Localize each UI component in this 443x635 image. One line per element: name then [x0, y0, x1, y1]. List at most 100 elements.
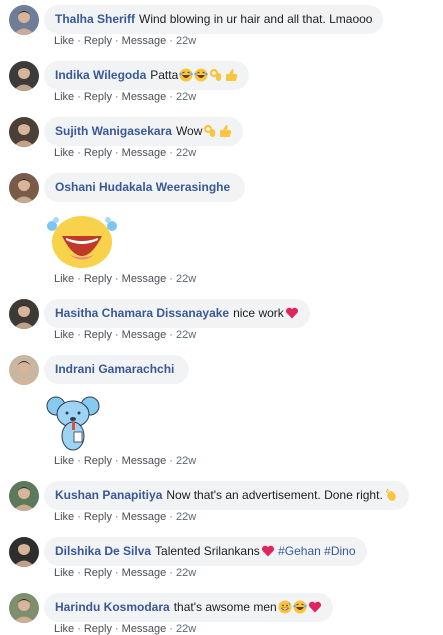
comment-author-link[interactable]: Indika Wilegoda: [55, 68, 146, 82]
like-link[interactable]: Like: [54, 35, 74, 47]
avatar[interactable]: [9, 355, 39, 385]
comment-author-link[interactable]: Hasitha Chamara Dissanayake: [55, 306, 229, 320]
separator-dot: ·: [77, 511, 81, 523]
comment-actions: Like · Reply · Message · 22w: [54, 511, 196, 523]
reply-link[interactable]: Reply: [84, 147, 112, 159]
message-link[interactable]: Message: [122, 455, 167, 467]
comment-author-link[interactable]: Harindu Kosmodara: [55, 600, 170, 614]
comment-timestamp[interactable]: 22w: [176, 511, 196, 523]
avatar[interactable]: [9, 481, 39, 511]
separator-dot: ·: [169, 91, 173, 103]
red-heart-emoji: [308, 600, 322, 614]
comment-author-link[interactable]: Oshani Hudakala Weerasinghe: [55, 180, 230, 194]
comment-timestamp[interactable]: 22w: [176, 91, 196, 103]
comment-text: Talented Srilankans: [155, 544, 260, 558]
like-link[interactable]: Like: [54, 567, 74, 579]
laugh-cry-emoji: [293, 600, 307, 614]
separator-dot: ·: [114, 91, 119, 103]
separator-dot: ·: [169, 35, 173, 47]
reply-link[interactable]: Reply: [84, 623, 112, 635]
comment-timestamp[interactable]: 22w: [176, 623, 196, 635]
separator-dot: ·: [77, 623, 81, 635]
message-link[interactable]: Message: [122, 35, 167, 47]
message-link[interactable]: Message: [122, 273, 167, 285]
comment-author-link[interactable]: Dilshika De Silva: [55, 544, 151, 558]
like-link[interactable]: Like: [54, 273, 74, 285]
like-link[interactable]: Like: [54, 147, 74, 159]
comment-timestamp[interactable]: 22w: [176, 567, 196, 579]
separator-dot: ·: [77, 455, 81, 467]
comment-timestamp[interactable]: 22w: [176, 273, 196, 285]
separator-dot: ·: [77, 91, 81, 103]
like-link[interactable]: Like: [54, 623, 74, 635]
comment-bubble: Sujith Wanigasekara Wow: [44, 117, 244, 146]
reply-link[interactable]: Reply: [84, 91, 112, 103]
comment-actions: Like · Reply · Message · 22w: [54, 623, 196, 635]
separator-dot: ·: [114, 273, 119, 285]
comment-author-link[interactable]: Sujith Wanigasekara: [55, 124, 172, 138]
comment-author-link[interactable]: Kushan Panapitiya: [55, 488, 162, 502]
comment-timestamp[interactable]: 22w: [176, 35, 196, 47]
separator-dot: ·: [169, 623, 173, 635]
avatar[interactable]: [9, 117, 39, 147]
clapping-hands-emoji: [384, 488, 398, 502]
avatar[interactable]: [9, 299, 39, 329]
comment-timestamp[interactable]: 22w: [176, 329, 196, 341]
separator-dot: ·: [169, 147, 173, 159]
red-heart-emoji: [285, 306, 299, 320]
message-link[interactable]: Message: [122, 623, 167, 635]
avatar[interactable]: [9, 61, 39, 91]
hashtag-link[interactable]: #Gehan: [275, 544, 321, 558]
thumbs-up-emoji: [224, 68, 238, 82]
comment-text: nice work: [233, 306, 284, 320]
separator-dot: ·: [77, 35, 81, 47]
reply-link[interactable]: Reply: [84, 329, 112, 341]
separator-dot: ·: [114, 35, 119, 47]
separator-dot: ·: [77, 567, 81, 579]
separator-dot: ·: [169, 329, 173, 341]
comment-actions: Like · Reply · Message · 22w: [54, 147, 196, 159]
comment-text: Patta: [150, 68, 179, 82]
comment-actions: Like · Reply · Message · 22w: [54, 91, 196, 103]
avatar[interactable]: [9, 173, 39, 203]
avatar[interactable]: [9, 537, 39, 567]
like-link[interactable]: Like: [54, 511, 74, 523]
reply-link[interactable]: Reply: [84, 35, 112, 47]
comment-author-link[interactable]: Indrani Gamarachchi: [55, 362, 174, 376]
separator-dot: ·: [77, 329, 81, 341]
comment-bubble: Indika Wilegoda Patta: [44, 61, 250, 90]
comment-author-link[interactable]: Thalha Sheriff: [55, 12, 135, 26]
reply-link[interactable]: Reply: [84, 567, 112, 579]
comment-actions: Like · Reply · Message · 22w: [54, 567, 196, 579]
separator-dot: ·: [169, 511, 173, 523]
comment-bubble: Harindu Kosmodara that's awsome men: [44, 593, 333, 622]
separator-dot: ·: [114, 567, 119, 579]
message-link[interactable]: Message: [122, 329, 167, 341]
like-link[interactable]: Like: [54, 91, 74, 103]
comment-actions: Like · Reply · Message · 22w: [54, 455, 196, 467]
separator-dot: ·: [169, 567, 173, 579]
message-link[interactable]: Message: [122, 147, 167, 159]
ok-hand-emoji: [203, 124, 217, 138]
comment-bubble: Indrani Gamarachchi: [44, 355, 190, 384]
comment-timestamp[interactable]: 22w: [176, 147, 196, 159]
hashtag-link[interactable]: #Dino: [321, 544, 355, 558]
comment-text: Wow: [175, 124, 203, 138]
message-link[interactable]: Message: [122, 511, 167, 523]
message-link[interactable]: Message: [122, 91, 167, 103]
reply-link[interactable]: Reply: [84, 273, 112, 285]
avatar[interactable]: [9, 5, 39, 35]
separator-dot: ·: [169, 455, 173, 467]
separator-dot: ·: [114, 623, 119, 635]
laughing-face-sticker: [44, 210, 120, 272]
reply-link[interactable]: Reply: [84, 455, 112, 467]
laugh-cry-emoji: [194, 68, 208, 82]
like-link[interactable]: Like: [54, 455, 74, 467]
reply-link[interactable]: Reply: [84, 511, 112, 523]
red-heart-emoji: [261, 544, 275, 558]
separator-dot: ·: [169, 273, 173, 285]
like-link[interactable]: Like: [54, 329, 74, 341]
comment-bubble: Dilshika De Silva Talented Srilankans #Ge…: [44, 537, 367, 566]
message-link[interactable]: Message: [122, 567, 167, 579]
comment-timestamp[interactable]: 22w: [176, 455, 196, 467]
